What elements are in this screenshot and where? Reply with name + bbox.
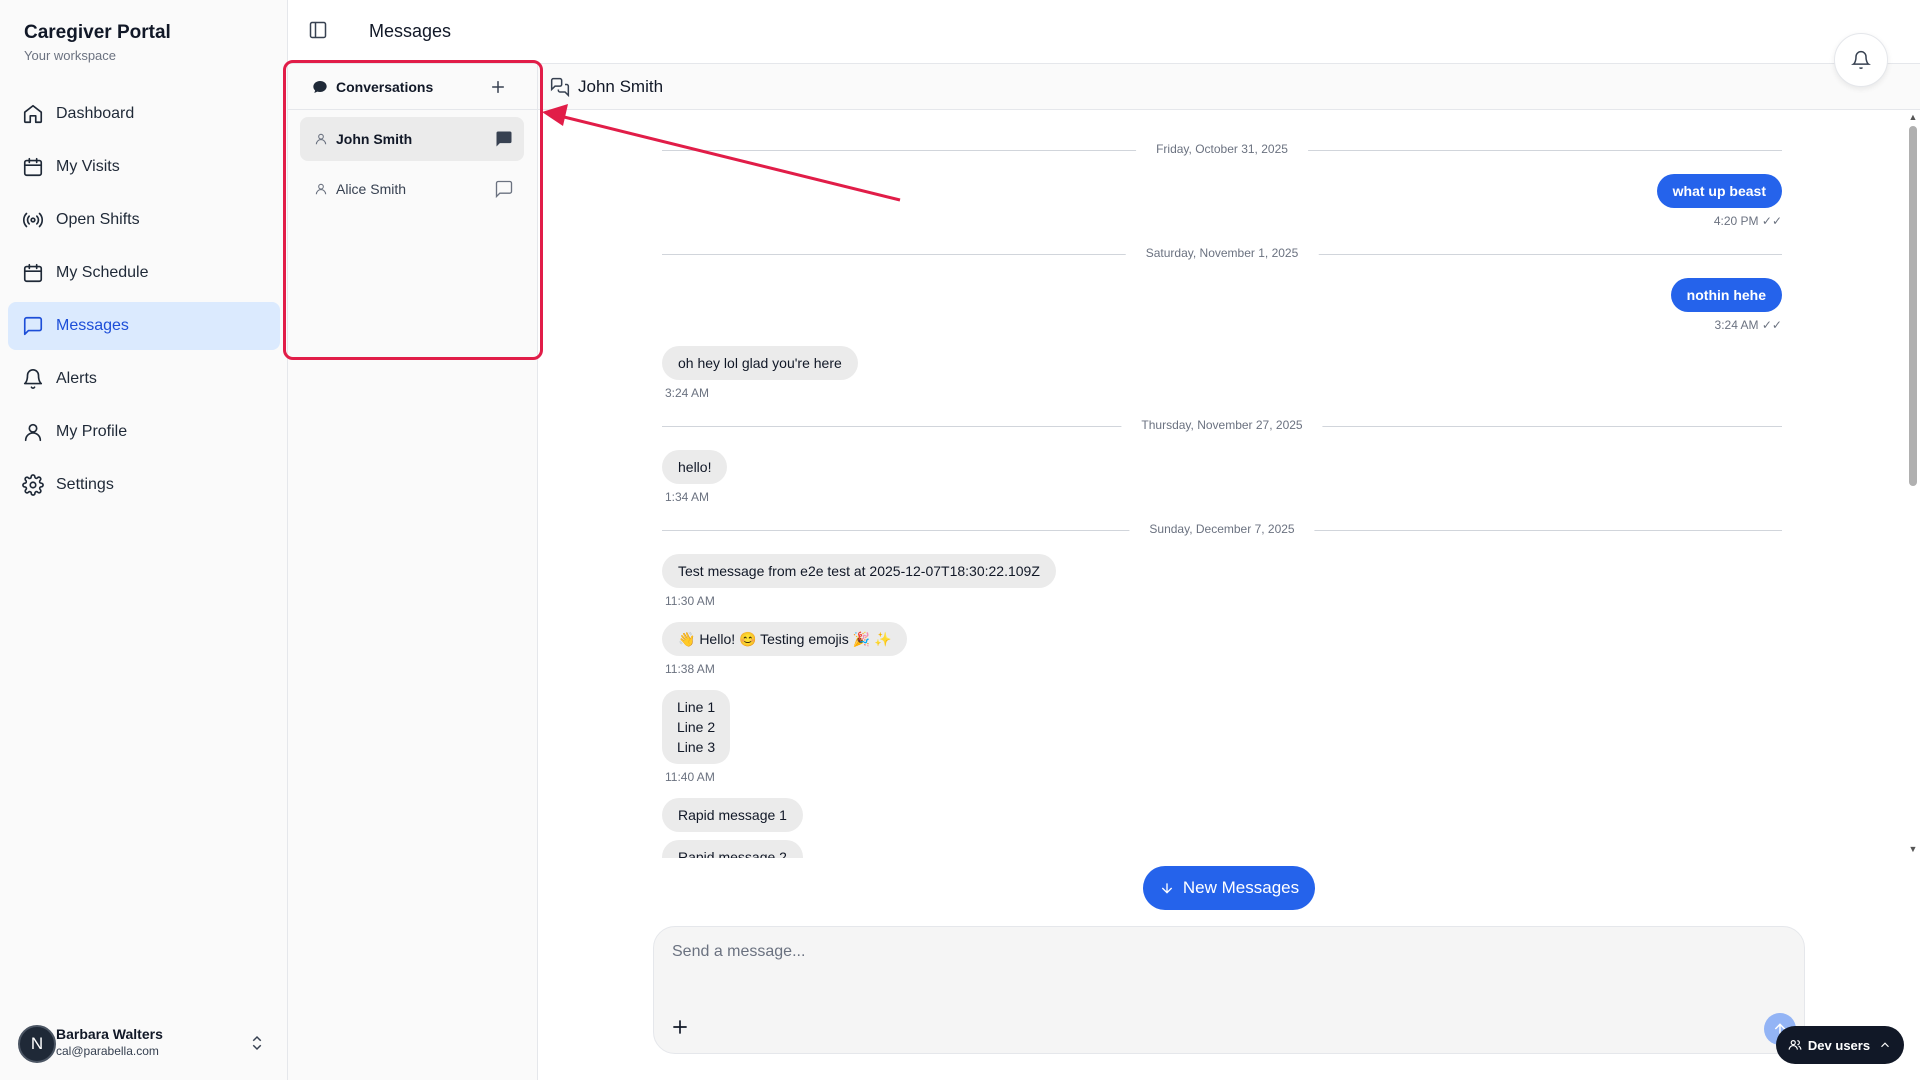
scroll-up-arrow[interactable]: ▲ xyxy=(1908,112,1918,122)
message-bubble-incoming: Test message from e2e test at 2025-12-07… xyxy=(662,554,1056,588)
conversation-item-alice-smith[interactable]: Alice Smith xyxy=(300,167,524,211)
message-time: 1:34 AM xyxy=(665,490,710,504)
message-input[interactable] xyxy=(672,937,1772,967)
sidebar-item-my-schedule[interactable]: My Schedule xyxy=(8,249,280,297)
radio-icon xyxy=(22,209,44,231)
scroll-thumb[interactable] xyxy=(1909,126,1917,486)
message-icon xyxy=(22,315,44,337)
arrow-down-icon xyxy=(1161,883,1173,894)
calendar-icon xyxy=(22,156,44,178)
message-line: Line 3 xyxy=(677,739,716,755)
sidebar-item-my-profile[interactable]: My Profile xyxy=(8,408,280,456)
message-bubble-incoming: Rapid message 1 xyxy=(662,798,803,832)
conversation-item-john-smith[interactable]: John Smith xyxy=(300,117,524,161)
sidebar-item-label: Messages xyxy=(56,317,129,334)
bell-icon xyxy=(1851,50,1871,70)
attach-button[interactable] xyxy=(670,1017,690,1037)
message-filled-icon xyxy=(494,129,514,149)
conversation-name: Alice Smith xyxy=(336,181,407,197)
date-divider: Thursday, November 27, 2025 xyxy=(662,416,1782,436)
sidebar: Caregiver Portal Your workspace Dashboar… xyxy=(0,0,288,1080)
user-icon xyxy=(22,421,44,443)
sidebar-item-label: Settings xyxy=(56,476,114,493)
notifications-button[interactable] xyxy=(1834,33,1888,87)
sidebar-item-open-shifts[interactable]: Open Shifts xyxy=(8,196,280,244)
user-icon xyxy=(314,132,328,146)
plus-icon xyxy=(673,1020,687,1034)
message-bubble-outgoing: nothin hehe xyxy=(1670,278,1782,312)
avatar: N xyxy=(18,1025,56,1063)
topbar: Messages xyxy=(288,0,1920,64)
user-email: cal@parabella.com xyxy=(56,1044,159,1058)
conversations-header: Conversations xyxy=(288,64,538,110)
message-line: Line 2 xyxy=(677,719,716,735)
sidebar-item-label: My Schedule xyxy=(56,264,149,281)
message-time: 11:38 AM xyxy=(665,662,715,676)
message-time: 4:20 PM ✓✓ xyxy=(1713,214,1782,228)
sidebar-item-label: Dashboard xyxy=(56,105,135,122)
user-name: Barbara Walters xyxy=(56,1026,163,1042)
sidebar-item-settings[interactable]: Settings xyxy=(8,461,280,509)
new-conversation-button[interactable] xyxy=(488,77,508,97)
chevron-up-icon xyxy=(1881,1042,1889,1048)
calendar-icon xyxy=(22,262,44,284)
sidebar-item-label: Alerts xyxy=(56,370,97,387)
sidebar-item-label: My Visits xyxy=(56,158,120,175)
new-messages-button[interactable]: New Messages xyxy=(1143,866,1315,910)
date-divider: Saturday, November 1, 2025 xyxy=(662,244,1782,264)
date-divider: Sunday, December 7, 2025 xyxy=(662,520,1782,540)
sidebar-item-label: My Profile xyxy=(56,423,128,440)
message-bubble-incoming: 👋 Hello! 😊 Testing emojis 🎉 ✨ xyxy=(662,622,908,656)
bell-icon xyxy=(22,368,44,390)
dev-users-button[interactable]: Dev users xyxy=(1776,1026,1904,1064)
app-title: Caregiver Portal xyxy=(24,22,171,43)
message-bubble-incoming: Rapid message 2 xyxy=(662,840,803,858)
message-bubble-incoming: Line 1 Line 2 Line 3 xyxy=(662,690,731,764)
messages-square-icon xyxy=(550,77,570,98)
message-list-scrollbar[interactable]: ▲ ▼ xyxy=(1906,110,1920,858)
message-list[interactable]: Friday, October 31, 2025 what up beast 4… xyxy=(538,110,1908,858)
sidebar-item-alerts[interactable]: Alerts xyxy=(8,355,280,403)
message-bubble-outgoing: what up beast xyxy=(1656,174,1782,208)
dev-users-label: Dev users xyxy=(1807,1037,1871,1053)
message-line: Line 1 xyxy=(677,699,716,715)
message-composer xyxy=(653,926,1805,1054)
app-subtitle: Your workspace xyxy=(24,48,117,63)
brand: Caregiver Portal Your workspace xyxy=(24,22,171,63)
message-time: 3:24 AM ✓✓ xyxy=(1714,318,1782,332)
sidebar-item-my-visits[interactable]: My Visits xyxy=(8,143,280,191)
new-messages-label: New Messages xyxy=(1182,878,1300,897)
sidebar-item-messages[interactable]: Messages xyxy=(8,302,280,350)
chevron-up-down-icon xyxy=(248,1034,266,1052)
sidebar-item-dashboard[interactable]: Dashboard xyxy=(8,90,280,138)
sidebar-nav: Dashboard My Visits Open Shifts My Sched… xyxy=(8,90,280,514)
chat-contact-name: John Smith xyxy=(578,77,664,96)
users-icon xyxy=(1788,1040,1802,1050)
date-divider: Friday, October 31, 2025 xyxy=(662,140,1782,160)
gear-icon xyxy=(22,474,44,496)
sidebar-item-label: Open Shifts xyxy=(56,211,140,228)
user-menu[interactable]: N Barbara Walters cal@parabella.com xyxy=(18,1022,274,1066)
message-time: 3:24 AM xyxy=(665,386,710,400)
panel-left-icon xyxy=(309,21,327,39)
user-info: Barbara Walters cal@parabella.com xyxy=(56,1026,163,1058)
conversations-title: Conversations xyxy=(336,79,434,95)
conversations-panel: Conversations John Smith Alice Smith xyxy=(288,64,538,1080)
conversation-name: John Smith xyxy=(336,131,413,147)
chat-bubble-icon xyxy=(312,79,328,95)
message-icon xyxy=(494,179,514,199)
chat-header: John Smith xyxy=(538,64,1920,110)
scroll-down-arrow[interactable]: ▼ xyxy=(1908,844,1918,854)
message-bubble-incoming: oh hey lol glad you're here xyxy=(662,346,858,380)
message-bubble-incoming: hello! xyxy=(662,450,728,484)
page-title: Messages xyxy=(369,21,452,41)
home-icon xyxy=(22,103,44,125)
sidebar-toggle-button[interactable] xyxy=(308,20,332,44)
message-time: 11:40 AM xyxy=(665,770,715,784)
message-time: 11:30 AM xyxy=(665,594,715,608)
user-icon xyxy=(314,182,328,196)
plus-icon xyxy=(492,81,504,93)
